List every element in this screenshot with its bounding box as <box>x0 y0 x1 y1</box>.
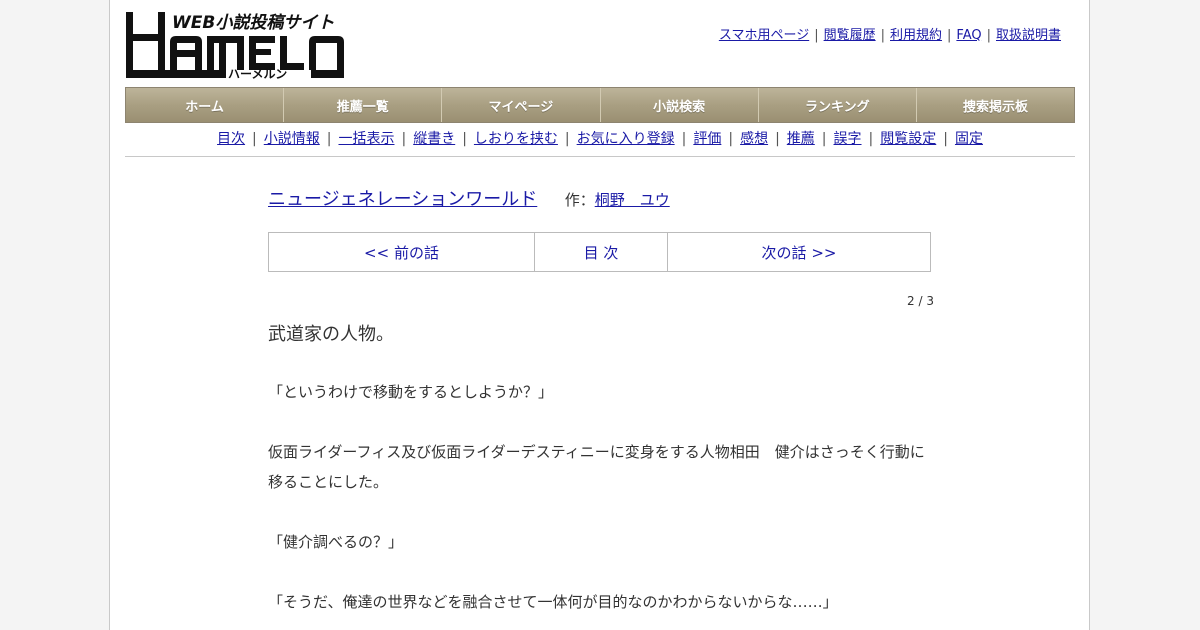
chapter-pager: << 前の話 目 次 次の話 >> <box>268 232 931 272</box>
nav-mypage[interactable]: マイページ <box>442 88 601 122</box>
sub-nav: 目次 | 小説情報 | 一括表示 | 縦書き | しおりを挟む | お気に入り登録 | 評価 | 感想 | 推薦… <box>125 124 1075 157</box>
chapter-body: 「というわけで移動をするとしようか？」 仮面ライダーフィス及び仮面ライダーデステ… <box>268 377 938 617</box>
nav-search-board[interactable]: 捜索掲示板 <box>917 88 1074 122</box>
page-container: WEB小説投稿サイト ハーメルン スマホ用ページ | 閲覧履歴 | 利用規約 | FAQ | 取… <box>109 0 1090 630</box>
body-line: 「そうだ、俺達の世界などを融合させて一体何が目的なのかわからないからな‥‥‥」 <box>268 593 838 611</box>
logo-tagline: WEB小説投稿サイト <box>172 13 334 33</box>
subnav-rating[interactable]: 評価 <box>693 131 721 147</box>
hameln-logo[interactable]: WEB小説投稿サイト ハーメルン <box>126 10 348 80</box>
subnav-vertical[interactable]: 縦書き <box>413 131 455 147</box>
nav-home[interactable]: ホーム <box>126 88 285 122</box>
nav-recommend-list[interactable]: 推薦一覧 <box>284 88 443 122</box>
novel-title[interactable]: ニュージェネレーションワールド <box>268 189 537 210</box>
main-nav: ホーム 推薦一覧 マイページ 小説検索 ランキング 捜索掲示板 <box>125 87 1075 123</box>
nav-novel-search[interactable]: 小説検索 <box>601 88 759 122</box>
subnav-view-settings[interactable]: 閲覧設定 <box>880 131 936 147</box>
body-line: 移ることにした。 <box>268 473 389 491</box>
body-line: 仮面ライダーフィス及び仮面ライダーデスティニーに変身をする人物相田 健介はさっそ… <box>268 443 925 461</box>
next-chapter-link[interactable]: 次の話 >> <box>668 233 930 271</box>
page-count: 2 / 3 <box>907 294 934 308</box>
author-prefix: 作： <box>564 191 595 209</box>
author-link[interactable]: 桐野 ユウ <box>595 191 670 209</box>
toc-link[interactable]: 目 次 <box>535 233 668 271</box>
subnav-toc[interactable]: 目次 <box>217 131 245 147</box>
subnav-favorite[interactable]: お気に入り登録 <box>577 131 675 147</box>
subnav-novel-info[interactable]: 小説情報 <box>264 131 320 147</box>
top-link-manual[interactable]: 取扱説明書 <box>996 28 1061 43</box>
logo-kana: ハーメルン <box>228 67 287 80</box>
body-blank-line <box>268 497 938 527</box>
chapter-title: 武道家の人物。 <box>268 324 394 345</box>
nav-ranking[interactable]: ランキング <box>759 88 917 122</box>
top-link-smartphone[interactable]: スマホ用ページ <box>719 28 809 43</box>
body-blank-line <box>268 557 938 587</box>
subnav-show-all[interactable]: 一括表示 <box>338 131 394 147</box>
prev-chapter-link[interactable]: << 前の話 <box>269 233 535 271</box>
top-links: スマホ用ページ | 閲覧履歴 | 利用規約 | FAQ | 取扱説明書 <box>718 28 1061 43</box>
subnav-pin[interactable]: 固定 <box>955 131 983 147</box>
subnav-recommend[interactable]: 推薦 <box>787 131 815 147</box>
subnav-bookmark[interactable]: しおりを挟む <box>474 131 558 147</box>
body-line: 「というわけで移動をするとしようか？」 <box>268 383 554 401</box>
novel-title-line: ニュージェネレーションワールド 作：桐野 ユウ <box>268 185 670 211</box>
body-blank-line <box>268 407 938 437</box>
body-line: 「健介調べるの？」 <box>268 533 404 551</box>
top-link-history[interactable]: 閲覧履歴 <box>824 28 876 43</box>
subnav-typo[interactable]: 誤字 <box>834 131 862 147</box>
top-link-terms[interactable]: 利用規約 <box>890 28 942 43</box>
top-link-faq[interactable]: FAQ <box>956 28 981 43</box>
subnav-review[interactable]: 感想 <box>740 131 768 147</box>
